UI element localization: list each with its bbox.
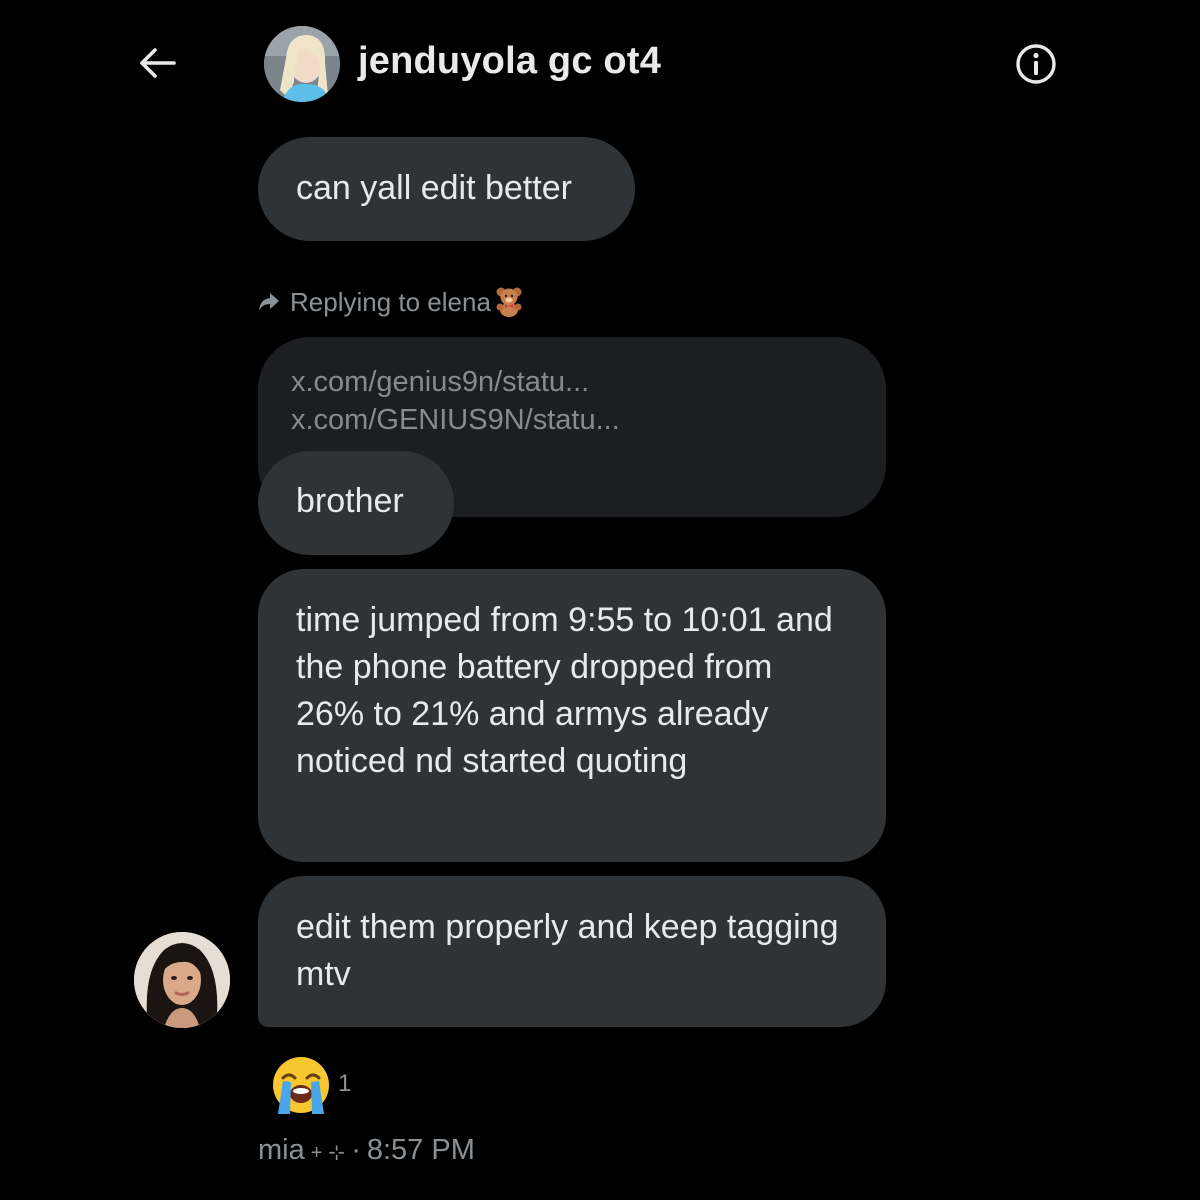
reply-context[interactable]: Replying to elena [258, 282, 523, 322]
reply-arrow-icon [259, 293, 279, 311]
message-text: can yall edit better [296, 169, 572, 207]
reply-context-text: Replying to elena [290, 286, 491, 317]
arrow-left-icon [140, 48, 176, 78]
conversation-title[interactable]: jenduyola gc ot4 [358, 40, 661, 83]
sender-avatar[interactable] [134, 932, 230, 1028]
message-reaction[interactable]: 1 [270, 1054, 351, 1116]
message-meta: mia + ⊹ · 8:57 PM [258, 1134, 475, 1167]
sparkle-glyph: ⊹ [328, 1142, 346, 1164]
back-button[interactable] [132, 40, 182, 86]
message-bubble[interactable]: brother [258, 451, 454, 555]
message-text: time jumped from 9:55 to 10:01 and the p… [296, 601, 833, 780]
sender-name[interactable]: mia [258, 1134, 305, 1167]
plus-glyph: + [310, 1142, 323, 1164]
message-bubble[interactable]: can yall edit better [258, 137, 635, 241]
dm-conversation-screen: jenduyola gc ot4 can yall edit better Re… [0, 0, 1200, 1200]
group-avatar[interactable] [264, 26, 340, 102]
conversation-info-button[interactable] [1014, 42, 1058, 86]
loudly-crying-face-emoji [273, 1057, 329, 1114]
message-bubble[interactable]: time jumped from 9:55 to 10:01 and the p… [258, 569, 886, 862]
quoted-link-2[interactable]: x.com/GENIUS9N/statu... [291, 401, 886, 439]
reaction-count: 1 [338, 1070, 352, 1097]
message-text: brother [296, 482, 404, 520]
message-text: edit them properly and keep tagging mtv [296, 908, 839, 993]
message-bubble[interactable]: edit them properly and keep tagging mtv [258, 876, 886, 1027]
meta-separator: · [351, 1134, 361, 1166]
teddy-bear-emoji [496, 287, 522, 317]
message-timestamp: 8:57 PM [366, 1134, 475, 1166]
info-circle-icon [1016, 44, 1056, 84]
quoted-link-1[interactable]: x.com/genius9n/statu... [291, 363, 886, 401]
